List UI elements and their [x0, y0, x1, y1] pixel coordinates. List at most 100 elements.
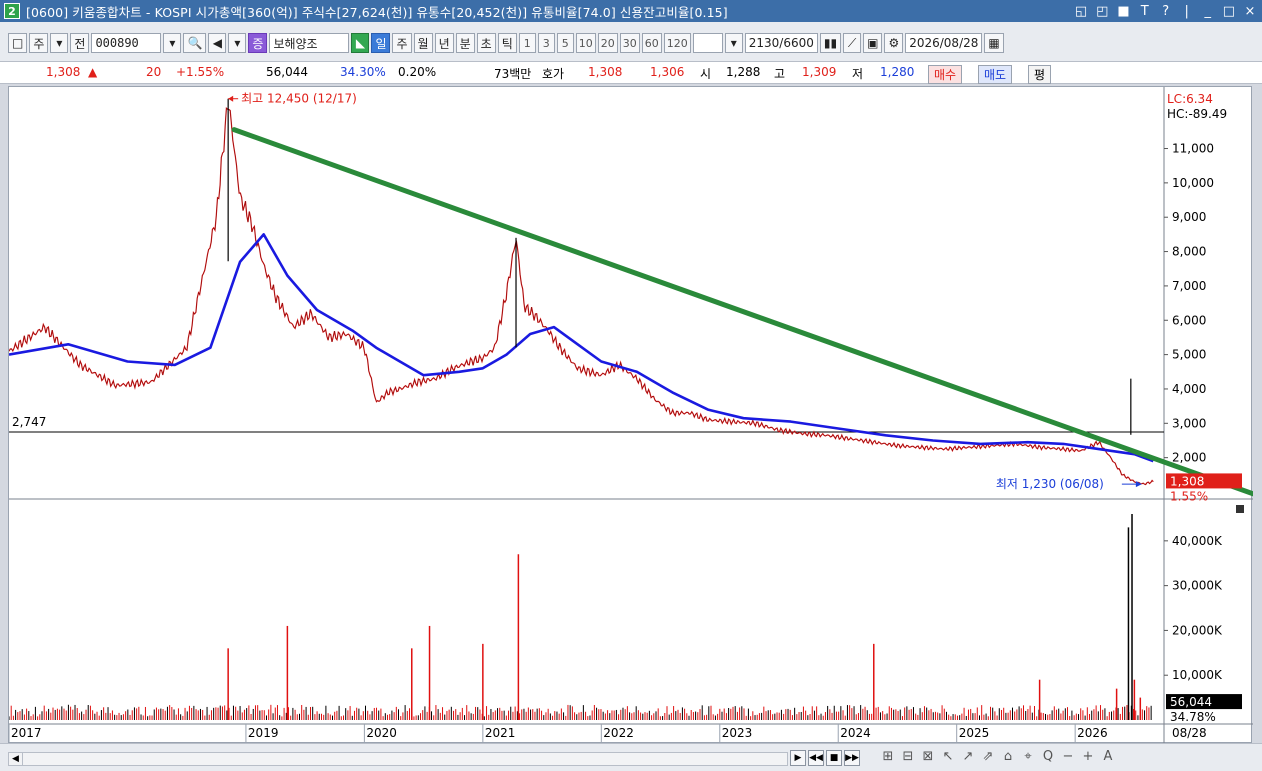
- fast-forward-icon[interactable]: ▶▶: [844, 750, 860, 766]
- save-icon[interactable]: ▣: [863, 33, 883, 53]
- text-tool-icon[interactable]: A: [1100, 749, 1116, 764]
- volume-tick-label: 40,000K: [1172, 534, 1223, 548]
- minute-5-button[interactable]: 5: [556, 33, 574, 53]
- turnover: 0.20%: [398, 65, 437, 79]
- period-minute-tab[interactable]: 분: [455, 33, 475, 53]
- period-day-tab[interactable]: 일: [371, 33, 391, 53]
- data-count-field[interactable]: 2130/6600: [744, 33, 818, 53]
- all-button[interactable]: 전: [70, 33, 90, 53]
- trendline[interactable]: [231, 127, 1253, 497]
- market-dropdown-icon[interactable]: ▾: [50, 33, 69, 53]
- price-change: 20: [146, 65, 162, 79]
- minute-10-button[interactable]: 10: [575, 33, 596, 53]
- period-month-tab[interactable]: 월: [413, 33, 433, 53]
- panel-resize-icon[interactable]: [1236, 505, 1244, 513]
- reference-line-label: 2,747: [12, 415, 46, 429]
- volume-tick-label: 30,000K: [1172, 579, 1223, 593]
- price-up-arrow-icon: ▲: [88, 65, 98, 79]
- date-field[interactable]: 2026/08/28: [905, 33, 983, 53]
- average-button[interactable]: 평: [1028, 65, 1052, 84]
- price-tick-label: 6,000: [1172, 313, 1206, 327]
- tile-icon[interactable]: ◰: [1096, 4, 1108, 19]
- restore-icon[interactable]: ◱: [1075, 4, 1087, 19]
- hoga-label: 호가: [542, 67, 565, 81]
- chart-area[interactable]: 2,000 3,000 4,000 5,000 6,000 7,000 8,000 9,000…: [8, 86, 1253, 744]
- sound-icon[interactable]: ◀: [208, 33, 227, 53]
- minute-30-button[interactable]: 30: [619, 33, 640, 53]
- home-icon[interactable]: ⌂: [1000, 749, 1016, 764]
- minute-120-button[interactable]: 120: [663, 33, 691, 53]
- low-annotation: 최저 1,230 (06/08): [996, 477, 1104, 491]
- price-line[interactable]: [9, 106, 1154, 486]
- rewind-icon[interactable]: ◀◀: [808, 750, 824, 766]
- stock-name-field: 보해양조: [269, 33, 350, 53]
- box-icon[interactable]: □: [8, 33, 28, 53]
- last-volume-pct-label: 34.78%: [1170, 710, 1216, 724]
- period-second-tab[interactable]: 초: [476, 33, 496, 53]
- search-icon[interactable]: 🔍: [183, 33, 207, 53]
- settings-gear-icon[interactable]: ⚙: [884, 33, 904, 53]
- price-tick-label: 8,000: [1172, 245, 1206, 259]
- volume-pct: 34.30%: [340, 65, 386, 79]
- grid-icon[interactable]: ⊠: [920, 749, 936, 764]
- split-icon[interactable]: ⊟: [900, 749, 916, 764]
- pin-icon[interactable]: ■: [1117, 4, 1129, 19]
- period-year-tab[interactable]: 년: [434, 33, 454, 53]
- moving-average-line[interactable]: [9, 233, 1154, 463]
- line-tool-icon[interactable]: ⟋: [843, 33, 862, 53]
- open-price: 1,288: [726, 65, 761, 79]
- sell-button[interactable]: 매도: [978, 65, 1013, 84]
- calendar-icon[interactable]: ▦: [984, 33, 1004, 53]
- zoom-icon[interactable]: Q: [1040, 749, 1056, 764]
- layout-icon[interactable]: ⊞: [880, 749, 896, 764]
- volume: 56,044: [266, 65, 308, 79]
- window-controls: ◱ ◰ ■ T ? | _ □ ×: [1075, 0, 1256, 22]
- trade-amount: 73백만: [494, 67, 532, 81]
- minimize-button[interactable]: _: [1202, 4, 1214, 19]
- trendline-icon[interactable]: ↗: [960, 749, 976, 764]
- divider: |: [1184, 3, 1189, 19]
- play-icon[interactable]: ▶: [790, 750, 806, 766]
- help-icon[interactable]: ?: [1160, 4, 1172, 19]
- hc-label: HC:-89.49: [1167, 107, 1227, 121]
- price-tick-label: 10,000: [1172, 176, 1214, 190]
- last-price-pct-label: 1.55%: [1170, 489, 1208, 503]
- custom-period-input[interactable]: [692, 33, 723, 53]
- current-price: 1,308: [46, 65, 81, 79]
- close-button[interactable]: ×: [1244, 4, 1256, 19]
- x-last-date-label: 08/28: [1172, 726, 1207, 740]
- price-tick-label: 3,000: [1172, 416, 1206, 430]
- market-button[interactable]: 주: [29, 33, 49, 53]
- jeung-button[interactable]: 증: [248, 33, 268, 53]
- pointer-icon[interactable]: ↖: [940, 749, 956, 764]
- stop-icon[interactable]: ■: [826, 750, 842, 766]
- minute-60-button[interactable]: 60: [641, 33, 662, 53]
- custom-period-dropdown-icon[interactable]: ▾: [724, 33, 743, 53]
- window-titlebar: 2 [0600] 키움종합차트 - KOSPI 시가총액[360(억)] 주식수…: [0, 0, 1262, 22]
- stock-chart[interactable]: 2,000 3,000 4,000 5,000 6,000 7,000 8,000 9,000…: [9, 87, 1253, 744]
- window-title: [0600] 키움종합차트 - KOSPI 시가총액[360(억)] 주식수[2…: [26, 4, 728, 20]
- minute-1-button[interactable]: 1: [518, 33, 536, 53]
- stock-code-input[interactable]: 000890: [91, 33, 162, 53]
- period-week-tab[interactable]: 주: [392, 33, 412, 53]
- period-tick-tab[interactable]: 틱: [497, 33, 517, 53]
- chart-toolbar: □ 주 ▾ 전 000890 ▾ 🔍 ◀ ▾ 증 보해양조 ◣ 일 주 월 년 …: [0, 22, 1262, 62]
- zoom-out-icon[interactable]: −: [1060, 749, 1076, 764]
- minute-20-button[interactable]: 20: [597, 33, 618, 53]
- flag-icon[interactable]: ◣: [351, 33, 370, 53]
- scroll-left-icon[interactable]: ◀: [9, 753, 23, 765]
- crosshair-icon[interactable]: ⌖: [1020, 749, 1036, 764]
- minute-3-button[interactable]: 3: [537, 33, 555, 53]
- price-tick-label: 11,000: [1172, 142, 1214, 156]
- font-icon[interactable]: T: [1139, 4, 1151, 19]
- horizontal-scrollbar[interactable]: ◀: [8, 752, 788, 766]
- buy-button[interactable]: 매수: [928, 65, 963, 84]
- ray-icon[interactable]: ⇗: [980, 749, 996, 764]
- sound-dropdown-icon[interactable]: ▾: [228, 33, 247, 53]
- high-arrow-icon: [228, 95, 234, 102]
- zoom-in-icon[interactable]: +: [1080, 749, 1096, 764]
- maximize-button[interactable]: □: [1223, 4, 1235, 19]
- candle-type-icon[interactable]: ▮▮: [819, 33, 842, 53]
- bid-price: 1,306: [650, 65, 685, 79]
- code-dropdown-icon[interactable]: ▾: [163, 33, 182, 53]
